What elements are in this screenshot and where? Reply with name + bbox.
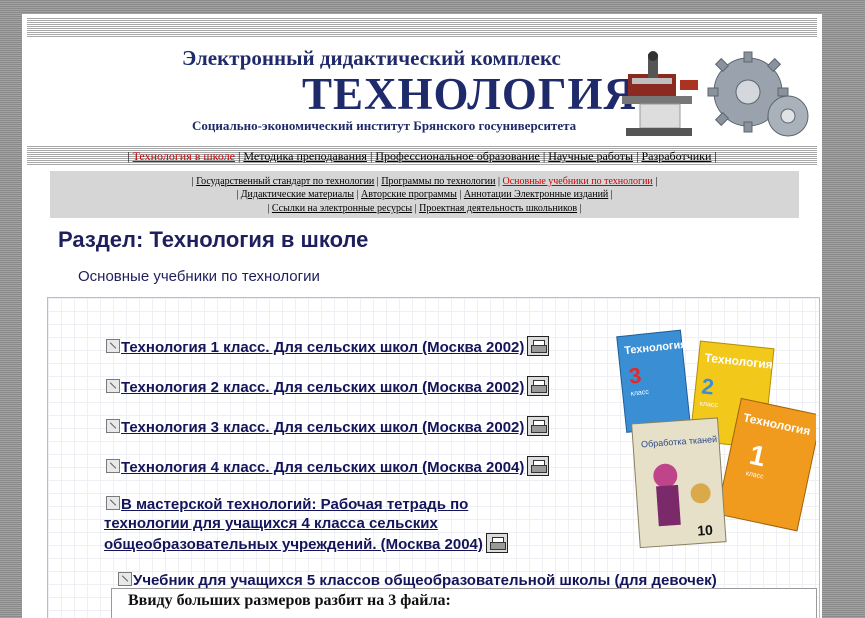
- print-icon[interactable]: [485, 533, 508, 553]
- link-arrow-icon: [106, 459, 120, 473]
- book-link-workshop-line-3[interactable]: общеобразовательных учреждений. (Москва …: [104, 536, 483, 553]
- book-title-grade-5-girls: Учебник для учащихся 5 классов общеобраз…: [133, 572, 717, 589]
- print-icon[interactable]: [527, 456, 550, 476]
- print-icon[interactable]: [527, 376, 550, 396]
- book-item: Учебник для учащихся 5 классов общеобраз…: [118, 572, 717, 589]
- subnav-link-school-projects[interactable]: Проектная деятельность школьников: [419, 203, 577, 214]
- book-link-grade-4[interactable]: Технология 4 класс. Для сельских школ (М…: [121, 459, 524, 476]
- header-banner: Электронный дидактический комплекс ТЕХНО…: [27, 40, 817, 144]
- cover-grade-3: 3: [628, 363, 643, 389]
- cover-badge-text: 10: [697, 522, 714, 539]
- subnav-link-e-resources[interactable]: Ссылки на электронные ресурсы: [272, 203, 412, 214]
- book-item: Технология 2 класс. Для сельских школ (М…: [106, 376, 550, 396]
- subnav-link-state-standard[interactable]: Государственный стандарт по технологии: [196, 176, 374, 187]
- note-text: Ввиду больших размеров разбит на 3 файла…: [128, 592, 451, 609]
- print-icon[interactable]: [527, 416, 550, 436]
- subnav-link-main-textbooks[interactable]: Основные учебники по технологии: [503, 176, 653, 187]
- print-icon[interactable]: [527, 336, 550, 356]
- book-link-grade-3[interactable]: Технология 3 класс. Для сельских школ (М…: [121, 419, 524, 436]
- link-arrow-icon: [118, 572, 132, 586]
- nav-link-research[interactable]: Научные работы: [548, 149, 633, 163]
- section-title: Раздел: Технология в школе: [58, 227, 369, 252]
- nav-link-technology-in-school[interactable]: Технология в школе: [133, 149, 235, 163]
- subsection-title: Основные учебники по технологии: [78, 268, 320, 285]
- nav-link-teaching-methods[interactable]: Методика преподавания: [243, 149, 367, 163]
- subnav-link-annotations[interactable]: Аннотации Электронные изданий: [464, 189, 608, 200]
- note-box: Ввиду больших размеров разбит на 3 файла…: [111, 588, 817, 618]
- top-stripe: [27, 18, 817, 38]
- nav-link-developers[interactable]: Разработчики: [641, 149, 711, 163]
- sub-navigation: | Государственный стандарт по технологии…: [50, 171, 799, 218]
- nav-link-professional-education[interactable]: Профессиональное образование: [375, 149, 539, 163]
- subnav-link-author-programs[interactable]: Авторские программы: [361, 189, 457, 200]
- top-navigation: | Технология в школе | Методика преподав…: [127, 149, 717, 163]
- link-arrow-icon: [106, 339, 120, 353]
- gear-icon: [707, 51, 809, 137]
- page: Электронный дидактический комплекс ТЕХНО…: [22, 14, 822, 618]
- institute-name: Социально-экономический институт Брянско…: [192, 118, 577, 133]
- link-arrow-icon: [106, 419, 120, 433]
- subnav-link-programs[interactable]: Программы по технологии: [381, 176, 495, 187]
- main-title: ТЕХНОЛОГИЯ: [302, 69, 637, 119]
- book-link-grade-1[interactable]: Технология 1 класс. Для сельских школ (М…: [121, 339, 524, 356]
- book-link-workshop-line-2[interactable]: технологии для учащихся 4 класса сельски…: [104, 515, 438, 532]
- book-link-grade-2[interactable]: Технология 2 класс. Для сельских школ (М…: [121, 379, 524, 396]
- machine-tool-icon: [622, 51, 698, 136]
- book-link-workshop-line-1[interactable]: В мастерской технологий: Рабочая тетрадь…: [121, 496, 468, 513]
- textbook-covers-image: Технология 3 класс Технология 2 класс Те…: [616, 329, 816, 549]
- book-item: Технология 3 класс. Для сельских школ (М…: [106, 416, 550, 436]
- textbooks-panel: Технология 1 класс. Для сельских школ (М…: [47, 297, 820, 618]
- subnav-link-didactic-materials[interactable]: Дидактические материалы: [241, 189, 354, 200]
- cover-grade-2: 2: [700, 373, 715, 399]
- book-item: Технология 4 класс. Для сельских школ (М…: [106, 456, 550, 476]
- link-arrow-icon: [106, 496, 120, 510]
- book-item: В мастерской технологий: Рабочая тетрадь…: [104, 495, 508, 554]
- book-item: Технология 1 класс. Для сельских школ (М…: [106, 336, 550, 356]
- link-arrow-icon: [106, 379, 120, 393]
